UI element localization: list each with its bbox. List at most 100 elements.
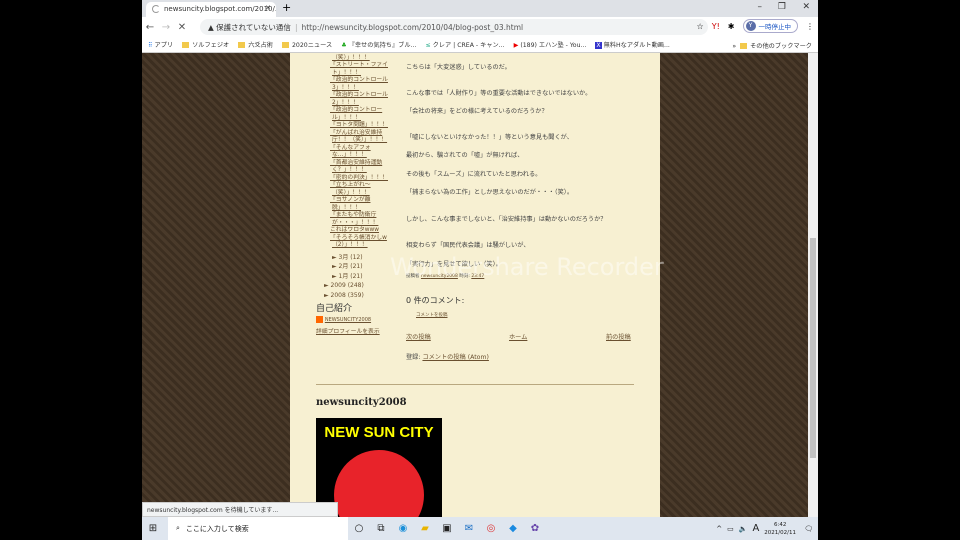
archive-item[interactable]: ► 2008 (359) [324,291,396,301]
back-button[interactable]: ← [142,22,158,33]
clock[interactable]: 6:42 2021/02/11 [764,521,796,537]
system-tray: ^ ▭ 🔈 A 6:42 2021/02/11 [716,521,796,537]
archive-item[interactable]: ► 3月 (12) [324,253,396,263]
profile-button[interactable]: Y 一時停止中 [742,19,798,33]
tab-bar: newsuncity.blogspot.com/2010/... ✕ + – ❐ … [142,0,818,17]
network-icon[interactable]: ▭ [727,525,734,533]
post-line: 最初から、騙されての「嘘」が無ければ、 [406,152,524,159]
sidebar-post-link[interactable]: 「そんなアフォな…」！！！ [316,145,396,160]
sidebar-post-link[interactable]: 「立ち上がれ～（笑）」！！！ [316,182,396,197]
search-icon: ⌕ [176,524,180,532]
notification-icon[interactable]: 🗨 [804,525,813,533]
extensions-puzzle-icon[interactable]: ✱ [728,22,735,31]
bookmark-item[interactable]: ≤ クレア | CREA - キャン... [425,40,504,49]
atom-link[interactable]: コメントの投稿 (Atom) [422,354,488,361]
other-bookmarks[interactable]: » その他のブックマーク [732,41,812,50]
avatar: Y [745,21,756,31]
sidebar-post-link[interactable]: 「政治的コントロール」！！！ [316,107,396,122]
profile-label: 一時停止中 [758,23,792,31]
sidebar-post-link[interactable]: 「またもや防衛庁が・・・」！！！ [316,212,396,227]
bookmark-item[interactable]: ▶ (189) エハン塾 - You... [514,40,587,49]
bookmark-item[interactable]: 六爻占術 [238,40,273,49]
older-post-link[interactable]: 前の投稿 [606,334,631,341]
windows-start-icon[interactable]: ⊞ [142,523,164,534]
archive-item[interactable]: ► 2009 (248) [324,281,396,291]
bookmark-item[interactable]: ♣ 『幸せの気持ち』ブル... [341,40,416,49]
view-profile-link[interactable]: 詳細プロフィールを表示 [316,329,396,337]
recorder-icon[interactable]: ✿ [524,523,546,534]
sidebar-post-link[interactable]: 「密約の判決」！！！ [316,175,396,183]
mail-icon[interactable]: ✉ [458,523,480,534]
post-line: しかし、こんな事までしないと、「治安維持事」は動かないのだろうか？ [406,216,607,223]
blog-page: 「ようやく理解出来た（笑）」！！！「ストリート・ファイト」！！！「政治的コントロ… [290,53,664,517]
post-line: 「嘘にしないといけなかった！！」等という意見も聞くが、 [406,134,573,141]
subscribe: 登録: コメントの投稿 (Atom) [406,354,489,361]
browser-window: newsuncity.blogspot.com/2010/... ✕ + – ❐ … [142,0,818,540]
bookmark-item[interactable]: X 無料Hなアダルト動画... [595,40,670,49]
restore-button[interactable]: ❐ [778,2,786,12]
bookmark-item[interactable]: 2020ニュース [281,40,332,49]
tab-active[interactable]: newsuncity.blogspot.com/2010/... ✕ [146,2,276,17]
close-window-button[interactable]: ✕ [802,2,810,12]
cortana-icon[interactable]: ○ [348,523,370,534]
maps-icon[interactable]: ◆ [502,523,524,534]
blog-title: newsuncity2008 [316,397,407,408]
scrollbar[interactable] [808,53,818,517]
sidebar-post-link[interactable]: 「ヨトタ問題」！！！ [316,122,396,130]
chevron-up-icon[interactable]: ^ [716,525,722,533]
page-viewport: 「ようやく理解出来た（笑）」！！！「ストリート・ファイト」！！！「政治的コントロ… [142,53,818,517]
watermark: Wondershare Recorder [390,253,664,281]
file-explorer-icon[interactable]: ▰ [414,523,436,534]
ime-indicator[interactable]: A [752,523,759,534]
sidebar-post-link[interactable]: 「首都治安維持運動く？」！！！ [316,160,396,175]
sidebar-post-link[interactable]: 「がんばれ治安維持庁！！（笑）」！！！ [316,130,396,145]
security-label[interactable]: 保護されていない通信 [216,22,291,33]
tab-title: newsuncity.blogspot.com/2010/... [164,5,276,13]
bookmark-apps[interactable]: ⠿ アプリ [148,40,173,49]
divider [316,384,634,385]
menu-icon[interactable]: ⋮ [806,22,814,31]
new-tab-button[interactable]: + [282,1,291,14]
profile-name-link[interactable]: NEWSUNCITY2008 [325,317,371,323]
url-text[interactable]: http://newsuncity.blogspot.com/2010/04/b… [301,23,523,32]
post-line: 相変わらず「国民代表会議」は騒がしいが、 [406,242,530,249]
sidebar: 「ようやく理解出来た（笑）」！！！「ストリート・ファイト」！！！「政治的コントロ… [316,53,396,336]
post-line: こちらは「大変迷惑」しているのだ。 [406,64,511,71]
newer-post-link[interactable]: 次の投稿 [406,334,431,341]
volume-icon[interactable]: 🔈 [739,525,748,533]
sidebar-post-link[interactable]: 「政治的コントロール2」！！！ [316,92,396,107]
archive-item[interactable]: ► 2月 (21) [324,262,396,272]
sidebar-post-link[interactable]: 「そろそろ帳消かしw（2）」！！！ [316,235,396,250]
comments-heading: 0 件のコメント: [406,296,465,305]
warning-icon: ▲ [208,22,217,32]
bookmark-item[interactable]: ソルフェジオ [182,40,229,49]
edge-icon[interactable]: ◉ [392,523,414,534]
task-view-icon[interactable]: ⧉ [370,523,392,534]
loading-icon [152,5,160,13]
taskbar-search[interactable]: ⌕ ここに入力して検索 [168,517,348,540]
profile-heading: 自己紹介 [316,304,353,314]
sidebar-post-link[interactable]: 「ようやく理解出来た（笑）」！！！ [316,53,396,62]
extension-icon[interactable]: Y! [712,22,720,31]
post-line: その後も「スムーズ」に流れていたと思われる。 [406,171,542,178]
post-line: 「捕まらない為の工作」としか思えないのだが・・・（笑）。 [406,189,574,196]
home-link[interactable]: ホーム [509,334,527,341]
sidebar-post-link[interactable]: これはワロタwww [316,227,396,235]
taskbar: ⊞ ⌕ ここに入力して検索 ○ ⧉ ◉ ▰ ▣ ✉ ◎ ◆ ✿ ^ ▭ 🔈 A 6… [142,517,818,540]
sidebar-post-link[interactable]: 「ヨサノンが離脱」！！！ [316,197,396,212]
stop-button[interactable]: ✕ [174,22,190,33]
bookmark-star-icon[interactable]: ☆ [697,22,704,31]
store-icon[interactable]: ▣ [436,523,458,534]
sidebar-post-link[interactable]: 「政治的コントロール3」！！！ [316,77,396,92]
address-bar[interactable]: ▲ 保護されていない通信 | http://newsuncity.blogspot.… [200,19,708,35]
forward-button[interactable]: → [158,22,174,33]
sidebar-post-link[interactable]: 「ストリート・ファイト」！！！ [316,62,396,77]
post-comment-link[interactable]: コメントを投稿 [416,313,448,318]
scrollbar-thumb[interactable] [810,238,816,458]
close-tab-icon[interactable]: ✕ [265,4,271,12]
blogger-icon [316,316,323,323]
minimize-button[interactable]: – [758,2,763,12]
toolbar: ← → ✕ ▲ 保護されていない通信 | http://newsuncity.blo… [142,17,818,37]
archive-item[interactable]: ► 1月 (21) [324,272,396,282]
chrome-icon[interactable]: ◎ [480,523,502,534]
